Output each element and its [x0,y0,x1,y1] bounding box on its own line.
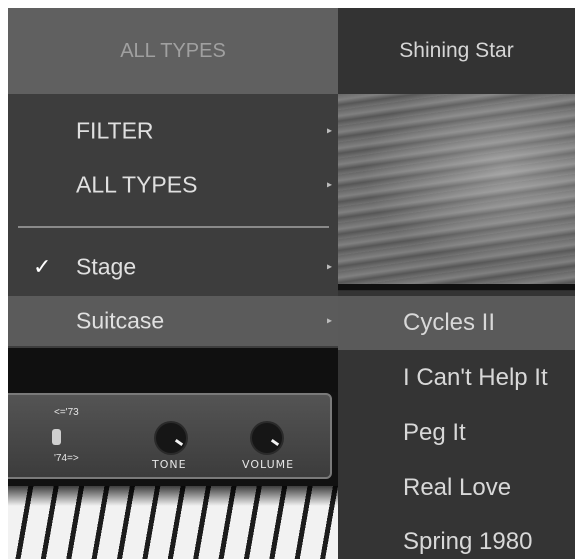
preset-item-real-love[interactable]: Real Love [338,461,575,515]
menu-divider [18,226,329,228]
preset-item-peg-it[interactable]: Peg It [338,406,575,460]
preset-item-label: Peg It [403,419,466,446]
preset-item-label: I Can't Help It [403,364,548,391]
tone-label: TONE [152,458,187,471]
year-toggle-switch[interactable] [52,429,61,445]
preset-item-spring-1980[interactable]: Spring 1980 [338,515,575,559]
menu-item-suitcase[interactable]: Suitcase ▸ [8,296,338,346]
keyboard-shadow [8,486,338,506]
app-window: Shining Star <='73 '74=> TONE VOLUME ALL… [8,8,575,559]
tone-knob[interactable] [156,423,186,453]
switch-label-top: <='73 [54,407,79,418]
preset-name-bar[interactable]: Shining Star [338,8,575,94]
preset-item-i-cant-help-it[interactable]: I Can't Help It [338,351,575,405]
switch-label-bottom: '74=> [54,453,79,464]
control-panel: <='73 '74=> TONE VOLUME [8,393,332,479]
wood-panel-image [338,94,575,290]
menu-item-label: Stage [76,253,137,280]
submenu-arrow-icon: ▸ [326,315,332,327]
preset-submenu: Cycles II I Can't Help It Peg It Real Lo… [338,291,575,559]
menu-item-stage[interactable]: ✓ Stage ▸ [8,242,338,292]
menu-item-filter[interactable]: FILTER ▸ [8,106,338,156]
preset-item-label: Real Love [403,474,512,501]
submenu-arrow-icon: ▸ [326,261,332,273]
menu-item-all-types[interactable]: ALL TYPES ▸ [8,160,338,210]
type-filter-button[interactable]: ALL TYPES [8,8,338,94]
submenu-arrow-icon: ▸ [326,125,332,137]
preset-name: Shining Star [399,39,514,62]
menu-item-label: Suitcase [76,307,165,334]
volume-knob[interactable] [252,423,282,453]
preset-item-label: Cycles II [403,309,496,336]
volume-label: VOLUME [242,458,295,471]
menu-item-label: ALL TYPES [76,171,198,198]
checkmark-icon: ✓ [33,254,52,279]
type-filter-label: ALL TYPES [120,39,226,62]
submenu-arrow-icon: ▸ [326,179,332,191]
type-menu: FILTER ▸ ALL TYPES ▸ ✓ Stage ▸ Suitcase … [8,94,338,348]
preset-item-cycles-ii[interactable]: Cycles II [338,296,575,350]
preset-item-label: Spring 1980 [403,528,533,555]
menu-item-label: FILTER [76,117,154,144]
